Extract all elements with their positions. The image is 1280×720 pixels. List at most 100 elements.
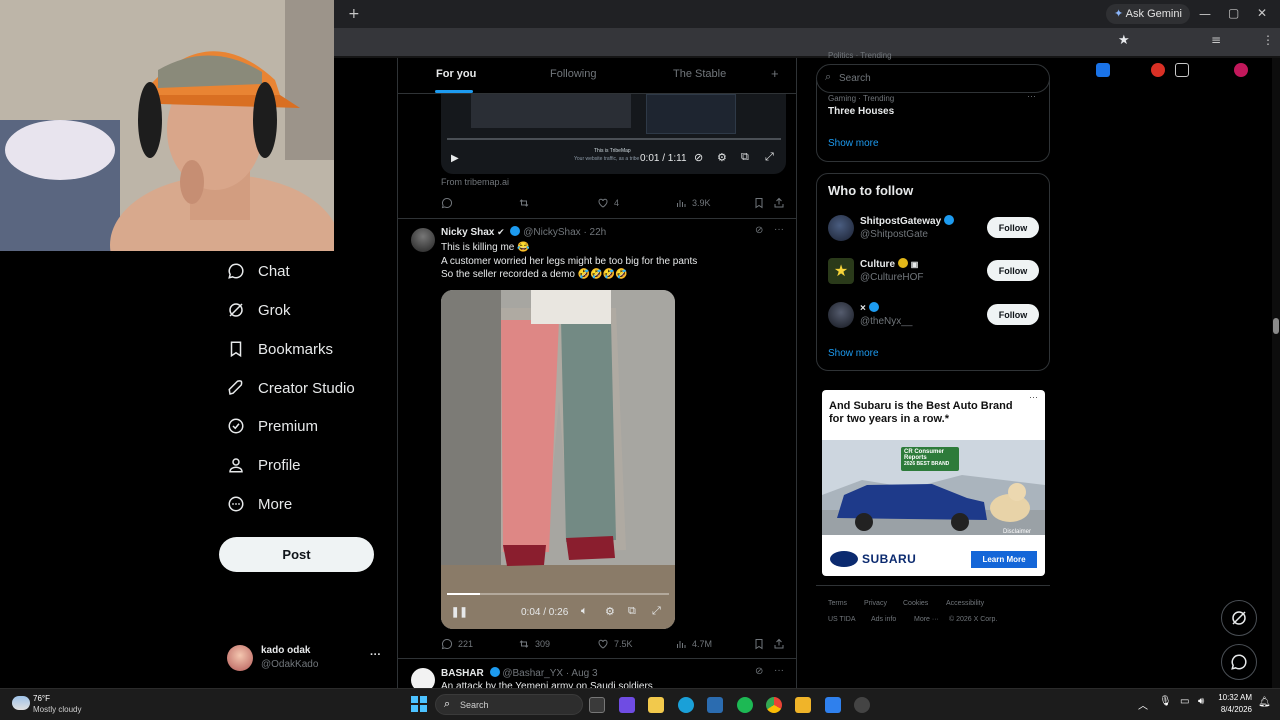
pip-icon[interactable]: ⧉: [741, 151, 749, 164]
weather-temp[interactable]: 76°F: [33, 694, 50, 703]
video-progress-track[interactable]: [447, 138, 781, 140]
app-icon[interactable]: [795, 697, 811, 713]
scrollbar-thumb[interactable]: [1273, 318, 1279, 334]
tweet1-handle[interactable]: @NickyShax: [523, 227, 580, 238]
tab-following[interactable]: Following: [550, 68, 596, 80]
chrome-icon[interactable]: [766, 697, 782, 713]
footer-link-cookies[interactable]: Cookies: [903, 600, 928, 607]
obs-icon[interactable]: [854, 697, 870, 713]
footer-link-privacy[interactable]: Privacy: [864, 600, 887, 607]
ad-cta-button[interactable]: Learn More: [971, 551, 1037, 568]
trends-show-more[interactable]: Show more: [828, 138, 879, 149]
suggested-user-name[interactable]: ×: [860, 302, 879, 314]
star-icon[interactable]: ★: [1118, 33, 1130, 48]
reply-button[interactable]: [441, 197, 453, 209]
reading-list-icon[interactable]: ≡: [1211, 33, 1221, 47]
weather-icon[interactable]: [12, 696, 30, 710]
nav-bookmarks[interactable]: Bookmarks: [226, 332, 333, 366]
install-app-icon[interactable]: [1096, 63, 1110, 77]
suggested-user-handle[interactable]: @theNyx__: [860, 316, 912, 327]
views-button[interactable]: 3.9K: [675, 197, 711, 209]
grok-explain-icon[interactable]: ⊘: [755, 225, 763, 236]
mute-icon[interactable]: ⊘: [694, 151, 703, 164]
teams-icon[interactable]: [619, 697, 635, 713]
tweet2-time[interactable]: · Aug 3: [566, 668, 598, 679]
trend-title[interactable]: Three Houses: [828, 106, 894, 117]
add-tab-icon[interactable]: +: [771, 66, 779, 81]
footer-link-accessibility[interactable]: Accessibility: [946, 600, 984, 607]
post-button[interactable]: Post: [219, 537, 374, 572]
suggested-user-handle[interactable]: @ShitpostGate: [860, 229, 928, 240]
repost-button[interactable]: [518, 197, 530, 209]
nav-grok[interactable]: Grok: [226, 293, 291, 327]
ad-menu-icon[interactable]: ···: [1029, 392, 1038, 402]
tab-for-you[interactable]: For you: [436, 68, 476, 80]
views-button[interactable]: 4.7M: [675, 638, 712, 650]
network-icon[interactable]: ▭: [1180, 696, 1189, 707]
suggested-user-name[interactable]: ShitpostGateway: [860, 215, 955, 227]
tweet-menu-icon[interactable]: ···: [774, 665, 784, 676]
share-button[interactable]: [773, 197, 785, 209]
subaru-ad[interactable]: And Subaru is the Best Auto Brand for tw…: [822, 390, 1045, 576]
microphone-icon[interactable]: 🎙︎: [1159, 696, 1172, 707]
like-button[interactable]: 7.5K: [597, 638, 633, 650]
grok-explain-icon[interactable]: ⊘: [755, 666, 763, 677]
spotify-icon[interactable]: [737, 697, 753, 713]
tweet2-author-name[interactable]: BASHAR: [441, 668, 484, 679]
taskbar-time[interactable]: 10:32 AM: [1218, 693, 1252, 702]
bookmark-button[interactable]: [753, 197, 765, 209]
footer-link-us-tida[interactable]: US TIDA: [828, 616, 856, 623]
nav-premium[interactable]: Premium: [226, 409, 318, 443]
follow-button[interactable]: Follow: [987, 217, 1039, 238]
follow-button[interactable]: Follow: [987, 260, 1039, 281]
suggested-user-name[interactable]: Culture ▣: [860, 258, 918, 270]
ad-disclaimer[interactable]: Disclaimer: [1003, 529, 1031, 535]
nav-profile[interactable]: Profile: [226, 448, 301, 482]
follow-button[interactable]: Follow: [987, 304, 1039, 325]
messages-floating-button[interactable]: [1221, 644, 1257, 680]
taskbar-search[interactable]: ⌕ Search: [435, 694, 583, 715]
nav-chat[interactable]: Chat: [226, 254, 290, 288]
tweet-menu-icon[interactable]: ···: [774, 224, 784, 235]
volume-icon[interactable]: 🔈︎: [581, 605, 588, 618]
notification-bell-icon[interactable]: 🔔︎: [1258, 697, 1271, 708]
tweet2-handle[interactable]: @Bashar_YX: [502, 668, 563, 679]
app-icon[interactable]: [825, 697, 841, 713]
extensions-puzzle-icon[interactable]: [1175, 63, 1189, 77]
close-button[interactable]: ✕: [1257, 6, 1267, 20]
who-to-follow-show-more[interactable]: Show more: [828, 348, 879, 359]
tweet1-time[interactable]: · 22h: [583, 227, 606, 238]
store-icon[interactable]: [707, 697, 723, 713]
nav-more[interactable]: More: [226, 487, 292, 521]
settings-icon[interactable]: ⚙: [717, 151, 727, 164]
ad-source[interactable]: From tribemap.ai: [441, 177, 509, 187]
taskbar-date[interactable]: 8/4/2026: [1218, 705, 1252, 714]
footer-link-ads-info[interactable]: Ads info: [871, 616, 896, 623]
windows-start-icon[interactable]: [411, 696, 427, 712]
repost-button[interactable]: 309: [518, 638, 550, 650]
avatar[interactable]: [411, 228, 435, 252]
weather-desc[interactable]: Mostly cloudy: [33, 705, 81, 714]
page-scrollbar[interactable]: [1272, 58, 1280, 688]
edge-icon[interactable]: [678, 697, 694, 713]
like-button[interactable]: 4: [597, 197, 619, 209]
play-icon[interactable]: ▶: [451, 153, 459, 164]
nav-creator-studio[interactable]: Creator Studio: [226, 371, 355, 405]
tweet0-video[interactable]: This is TribeMap Your website traffic, a…: [441, 94, 786, 174]
fullscreen-icon[interactable]: ⤢: [765, 151, 774, 164]
account-switcher[interactable]: kado odak @OdakKado ···: [226, 643, 386, 675]
reply-button[interactable]: 221: [441, 638, 473, 650]
grok-floating-button[interactable]: [1221, 600, 1257, 636]
share-button[interactable]: [773, 638, 785, 650]
footer-link-more[interactable]: More ···: [914, 616, 939, 623]
ask-gemini-button[interactable]: ✦ Ask Gemini: [1106, 4, 1190, 24]
tab-the-stable[interactable]: The Stable: [673, 68, 726, 80]
tweet1-video[interactable]: ❚❚ 0:04 / 0:26 🔈︎ ⚙ ⧉ ⤢: [441, 290, 675, 629]
pause-icon[interactable]: ❚❚: [451, 607, 468, 618]
file-explorer-icon[interactable]: [648, 697, 664, 713]
account-menu-icon[interactable]: ···: [370, 649, 381, 661]
maximize-button[interactable]: ▢: [1228, 6, 1239, 20]
menu-dots-icon[interactable]: ⋮: [1262, 33, 1274, 47]
profile-avatar-icon[interactable]: [1234, 63, 1248, 77]
avatar[interactable]: [828, 215, 854, 241]
